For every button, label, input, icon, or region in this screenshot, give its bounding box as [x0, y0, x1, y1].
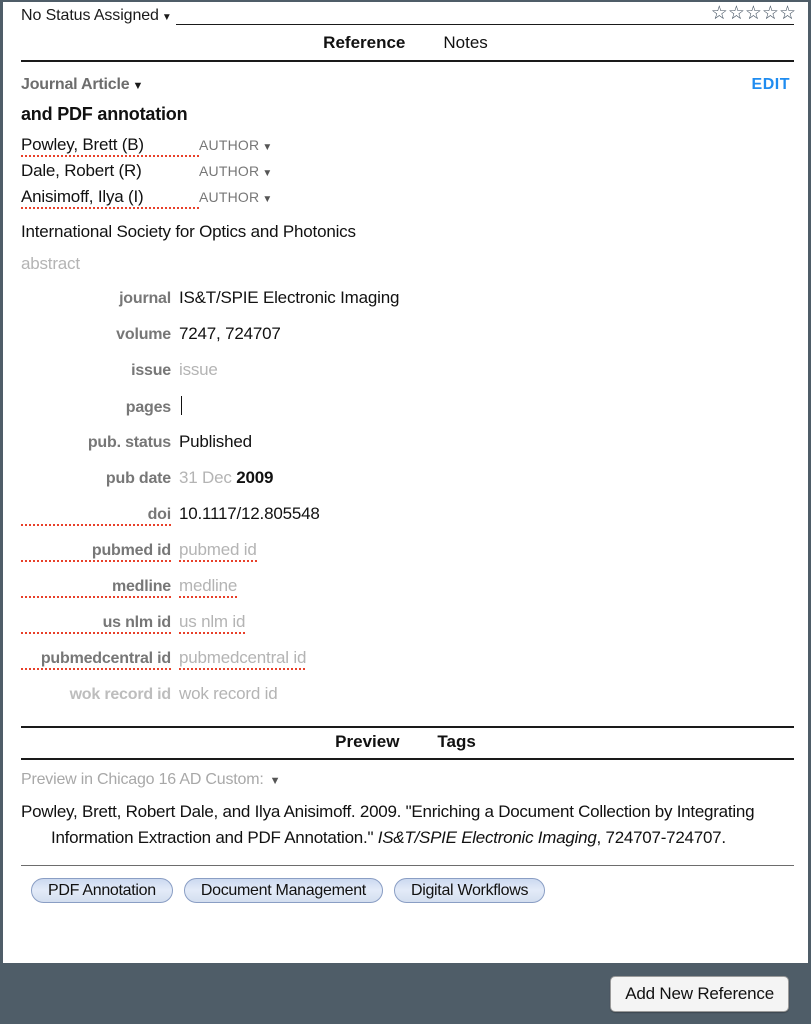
metadata-fields: journal IS&T/SPIE Electronic Imaging vol…: [21, 288, 794, 720]
reference-type-label: Journal Article: [21, 76, 130, 93]
field-value[interactable]: pubmed id: [179, 540, 257, 562]
field-value[interactable]: wok record id: [179, 684, 278, 704]
field-label: issue: [131, 362, 171, 379]
reference-type-dropdown[interactable]: Journal Article ▼: [21, 76, 143, 94]
tag-pill[interactable]: Document Management: [183, 878, 383, 903]
field-value[interactable]: pubmedcentral id: [179, 648, 306, 670]
reference-panel: No Status Assigned ▼ ☆ ☆ ☆ ☆ ☆ Reference …: [0, 0, 811, 963]
field-value[interactable]: 10.1117/12.805548: [179, 504, 320, 524]
author-role-label: AUTHOR: [199, 189, 260, 205]
field-label: wok record id: [69, 686, 172, 703]
field-us-nlm-id: us nlm id us nlm id: [21, 612, 794, 648]
citation-part-2: , 724707-724707.: [596, 828, 727, 847]
field-label: journal: [119, 290, 171, 307]
field-value[interactable]: us nlm id: [179, 612, 245, 634]
field-value[interactable]: 31 Dec 2009: [179, 468, 273, 488]
abstract-field[interactable]: abstract: [21, 254, 794, 274]
field-label: doi: [21, 506, 171, 526]
chevron-down-icon: ▼: [262, 168, 273, 179]
author-role-label: AUTHOR: [199, 137, 260, 153]
author-row: Anisimoff, Ilya (I) AUTHOR ▼: [21, 187, 794, 213]
citation-preview-text: Powley, Brett, Robert Dale, and Ilya Ani…: [21, 799, 790, 851]
star-icon-3[interactable]: ☆: [745, 4, 762, 23]
star-icon-1[interactable]: ☆: [711, 4, 728, 23]
author-role-label: AUTHOR: [199, 163, 260, 179]
reference-body: Journal Article ▼ EDIT and PDF annotation…: [3, 62, 808, 720]
author-list: Powley, Brett (B) AUTHOR ▼ Dale, Robert (…: [21, 135, 794, 213]
tag-pill[interactable]: PDF Annotation: [31, 878, 173, 903]
field-medline: medline medline: [21, 576, 794, 612]
field-label: pubmedcentral id: [21, 650, 171, 670]
field-label: volume: [116, 326, 171, 343]
text-cursor: [181, 396, 182, 415]
star-icon-2[interactable]: ☆: [728, 4, 745, 23]
tab-tags[interactable]: Tags: [435, 732, 477, 752]
publisher-field[interactable]: International Society for Optics and Pho…: [21, 222, 794, 242]
status-dropdown[interactable]: No Status Assigned ▼: [21, 7, 176, 25]
field-value[interactable]: medline: [179, 576, 237, 598]
edit-button[interactable]: EDIT: [752, 76, 794, 94]
reference-title[interactable]: and PDF annotation: [21, 104, 794, 125]
field-label: pub. status: [87, 434, 171, 451]
pub-date-placeholder: 31 Dec: [179, 468, 237, 487]
field-pages: pages: [21, 396, 794, 432]
tag-list: PDF Annotation Document Management Digit…: [3, 866, 808, 903]
field-pubmed-id: pubmed id pubmed id: [21, 540, 794, 576]
pub-date-year: 2009: [236, 468, 274, 487]
chevron-down-icon: ▼: [161, 12, 172, 23]
field-label: medline: [21, 578, 171, 598]
tab-notes[interactable]: Notes: [441, 33, 489, 53]
field-issue: issue issue: [21, 360, 794, 396]
chevron-down-icon: ▼: [269, 775, 281, 787]
field-pub-date: pub date 31 Dec 2009: [21, 468, 794, 504]
field-doi: doi 10.1117/12.805548: [21, 504, 794, 540]
star-icon-4[interactable]: ☆: [762, 4, 779, 23]
main-tab-bar: Reference Notes: [3, 30, 808, 62]
add-new-reference-button[interactable]: Add New Reference: [610, 975, 789, 1012]
author-row: Dale, Robert (R) AUTHOR ▼: [21, 161, 794, 187]
field-label: pub date: [105, 470, 171, 487]
tag-pill[interactable]: Digital Workflows: [393, 878, 546, 903]
field-value[interactable]: Published: [179, 432, 252, 452]
chevron-down-icon: ▼: [262, 194, 273, 205]
author-role-dropdown[interactable]: AUTHOR ▼: [199, 189, 272, 205]
field-wok-record-id: wok record id wok record id: [21, 684, 794, 720]
chevron-down-icon: ▼: [132, 80, 144, 92]
field-journal: journal IS&T/SPIE Electronic Imaging: [21, 288, 794, 324]
author-name[interactable]: Powley, Brett (B): [21, 135, 199, 157]
reference-editor-window: No Status Assigned ▼ ☆ ☆ ☆ ☆ ☆ Reference …: [0, 0, 811, 1024]
star-icon-5[interactable]: ☆: [779, 4, 796, 23]
author-name[interactable]: Anisimoff, Ilya (I): [21, 187, 199, 209]
preview-area: Preview in Chicago 16 AD Custom: ▼ Powley…: [3, 760, 808, 851]
field-label: pubmed id: [21, 542, 171, 562]
reference-type-row: Journal Article ▼ EDIT: [21, 76, 794, 94]
field-volume: volume 7247, 724707: [21, 324, 794, 360]
chevron-down-icon: ▼: [262, 142, 273, 153]
author-name[interactable]: Dale, Robert (R): [21, 161, 199, 181]
citation-style-label: Preview in Chicago 16 AD Custom:: [21, 771, 264, 788]
field-value[interactable]: IS&T/SPIE Electronic Imaging: [179, 288, 399, 308]
field-pub-status: pub. status Published: [21, 432, 794, 468]
citation-journal-italic: IS&T/SPIE Electronic Imaging: [377, 828, 597, 847]
star-rating[interactable]: ☆ ☆ ☆ ☆ ☆: [707, 4, 796, 23]
author-role-dropdown[interactable]: AUTHOR ▼: [199, 163, 272, 179]
status-dropdown-label: No Status Assigned: [21, 7, 159, 24]
author-row: Powley, Brett (B) AUTHOR ▼: [21, 135, 794, 161]
preview-tab-bar: Preview Tags: [3, 728, 808, 760]
field-label: us nlm id: [21, 614, 171, 634]
status-bar: No Status Assigned ▼ ☆ ☆ ☆ ☆ ☆: [3, 2, 808, 30]
field-value[interactable]: 7247, 724707: [179, 324, 281, 344]
field-pubmedcentral-id: pubmedcentral id pubmedcentral id: [21, 648, 794, 684]
citation-style-dropdown[interactable]: Preview in Chicago 16 AD Custom: ▼: [21, 771, 790, 789]
field-value[interactable]: [179, 396, 182, 417]
tab-reference[interactable]: Reference: [321, 33, 407, 53]
field-value[interactable]: issue: [179, 360, 218, 380]
field-label: pages: [125, 399, 171, 416]
author-role-dropdown[interactable]: AUTHOR ▼: [199, 137, 272, 153]
tab-preview[interactable]: Preview: [333, 732, 401, 752]
footer-bar: Add New Reference: [0, 963, 811, 1024]
